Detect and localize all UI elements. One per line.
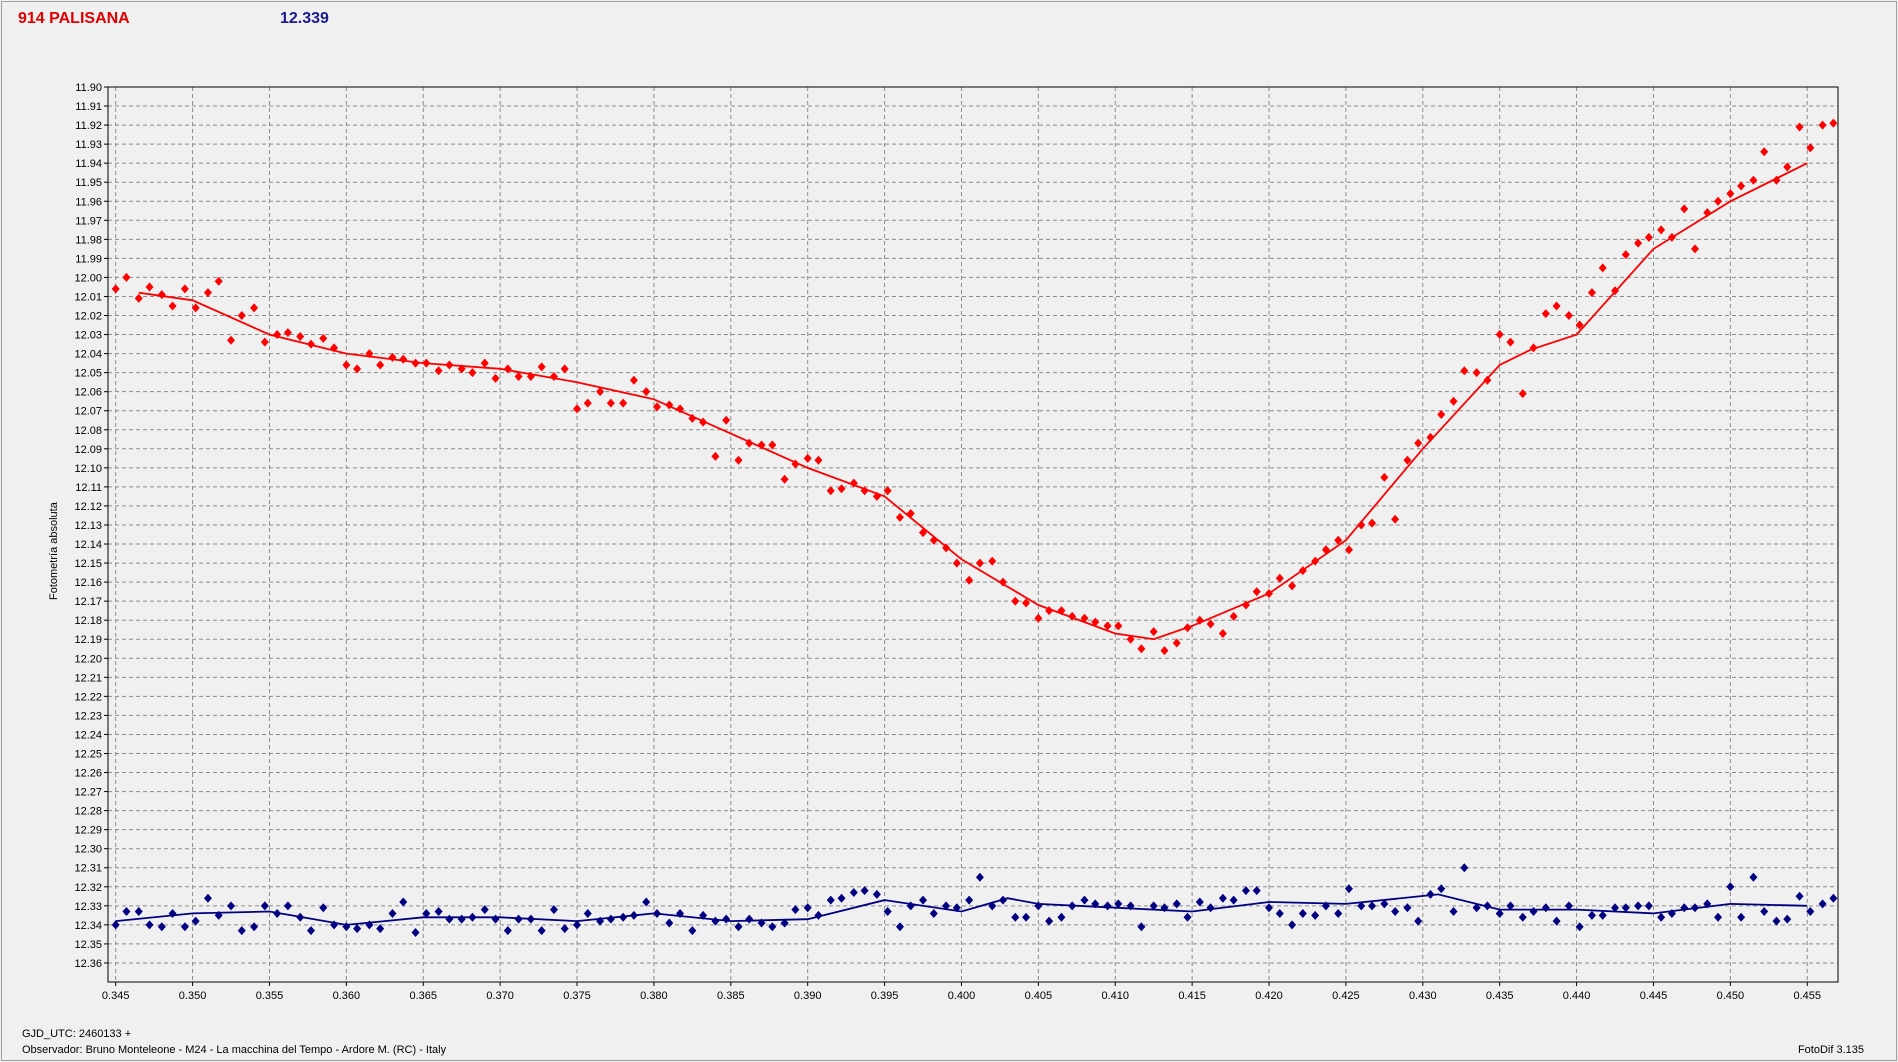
x-tick-label: 0.415 xyxy=(1178,990,1206,1002)
x-tick-label: 0.435 xyxy=(1486,990,1514,1002)
y-tick-label: 12.17 xyxy=(74,596,102,608)
x-tick-label: 0.395 xyxy=(871,990,899,1002)
y-tick-label: 11.91 xyxy=(75,101,102,113)
y-tick-label: 11.92 xyxy=(75,120,102,132)
y-tick-label: 12.24 xyxy=(74,729,102,741)
x-tick-label: 0.405 xyxy=(1025,990,1053,1002)
x-tick-label: 0.430 xyxy=(1409,990,1437,1002)
y-tick-label: 12.32 xyxy=(74,882,102,894)
light-curve-chart: 11.90 11.91 11.92 11.93 11.94 11.95 11.96 11.97… xyxy=(74,82,1839,1002)
y-tick-label: 12.07 xyxy=(74,406,102,418)
y-tick-label: 12.00 xyxy=(74,272,102,284)
x-tick-label: 0.420 xyxy=(1255,990,1283,1002)
y-axis: 11.90 11.91 11.92 11.93 11.94 11.95 11.96 11.97… xyxy=(74,82,108,970)
y-tick-label: 12.35 xyxy=(74,939,102,951)
y-tick-label: 12.27 xyxy=(74,787,102,799)
y-tick-label: 12.05 xyxy=(74,368,102,380)
x-tick-label: 0.370 xyxy=(486,990,514,1002)
y-tick-label: 12.33 xyxy=(74,901,102,913)
y-tick-label: 12.04 xyxy=(74,349,102,361)
y-tick-label: 12.31 xyxy=(74,863,102,875)
y-tick-label: 12.14 xyxy=(74,539,102,551)
x-tick-label: 0.345 xyxy=(102,990,130,1002)
version-label: FotoDif 3.135 xyxy=(1797,1044,1864,1056)
y-tick-label: 12.01 xyxy=(74,291,102,303)
y-tick-label: 12.03 xyxy=(74,330,102,342)
y-tick-label: 12.30 xyxy=(74,844,102,856)
y-tick-label: 12.23 xyxy=(74,710,102,722)
y-tick-label: 11.93 xyxy=(75,139,102,151)
x-tick-label: 0.425 xyxy=(1332,990,1360,1002)
x-tick-label: 0.455 xyxy=(1793,990,1821,1002)
y-tick-label: 12.21 xyxy=(74,672,102,684)
y-tick-label: 12.15 xyxy=(74,558,102,570)
x-tick-label: 0.355 xyxy=(256,990,284,1002)
y-tick-label: 12.19 xyxy=(74,634,102,646)
x-axis: 0.345 0.350 0.355 0.360 0.365 0.370 0.375 0.380… xyxy=(102,982,1821,1002)
y-tick-label: 12.02 xyxy=(74,311,102,323)
y-tick-label: 11.96 xyxy=(75,196,102,208)
y-tick-label: 11.99 xyxy=(75,253,102,265)
y-tick-label: 11.94 xyxy=(75,158,102,170)
y-tick-label: 12.13 xyxy=(74,520,102,532)
y-tick-label: 12.08 xyxy=(74,425,102,437)
y-tick-label: 12.06 xyxy=(74,387,102,399)
x-tick-label: 0.365 xyxy=(409,990,437,1002)
plot-area xyxy=(108,87,1838,982)
y-tick-label: 12.11 xyxy=(75,482,102,494)
x-tick-label: 0.360 xyxy=(333,990,361,1002)
y-tick-label: 12.36 xyxy=(74,958,102,970)
y-tick-label: 11.90 xyxy=(75,82,102,94)
y-tick-label: 12.18 xyxy=(74,615,102,627)
x-tick-label: 0.450 xyxy=(1717,990,1745,1002)
y-tick-label: 12.20 xyxy=(74,653,102,665)
gjd-label: GJD_UTC: 2460133 + xyxy=(22,1028,132,1040)
x-tick-label: 0.445 xyxy=(1640,990,1668,1002)
x-tick-label: 0.385 xyxy=(717,990,745,1002)
y-tick-label: 12.34 xyxy=(74,920,102,932)
y-tick-label: 11.97 xyxy=(75,215,102,227)
y-tick-label: 12.12 xyxy=(74,501,102,513)
x-tick-label: 0.390 xyxy=(794,990,822,1002)
y-tick-label: 12.28 xyxy=(74,806,102,818)
y-tick-label: 11.98 xyxy=(75,234,102,246)
x-tick-label: 0.400 xyxy=(948,990,976,1002)
x-tick-label: 0.350 xyxy=(179,990,207,1002)
y-tick-label: 12.25 xyxy=(74,748,102,760)
y-tick-label: 12.16 xyxy=(74,577,102,589)
observer-label: Observador: Bruno Monteleone - M24 - La … xyxy=(22,1044,447,1056)
y-tick-label: 11.95 xyxy=(75,177,102,189)
x-tick-label: 0.440 xyxy=(1563,990,1591,1002)
x-tick-label: 0.380 xyxy=(640,990,668,1002)
x-tick-label: 0.410 xyxy=(1101,990,1129,1002)
y-tick-label: 12.29 xyxy=(74,825,102,837)
y-tick-label: 12.22 xyxy=(74,691,102,703)
x-tick-label: 0.375 xyxy=(563,990,591,1002)
y-tick-label: 12.26 xyxy=(74,768,102,780)
y-tick-label: 12.10 xyxy=(74,463,102,475)
y-tick-label: 12.09 xyxy=(74,444,102,456)
